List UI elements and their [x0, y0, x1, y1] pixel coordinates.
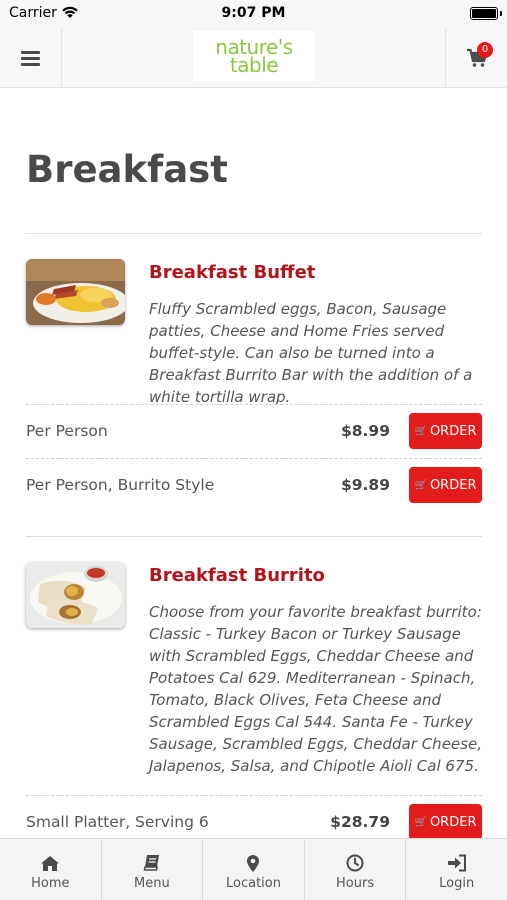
sign-in-icon: [447, 853, 467, 873]
menu-button[interactable]: [0, 28, 62, 88]
breakfast-plate-image: [26, 259, 125, 325]
nav-label: Menu: [134, 876, 170, 891]
cart-count-badge: 0: [477, 42, 493, 58]
nav-item-menu[interactable]: Menu: [102, 839, 204, 900]
item-description: Fluffy Scrambled eggs, Bacon, Sausage pa…: [149, 300, 473, 406]
order-button[interactable]: 🛒 ORDER: [409, 804, 482, 840]
item-thumbnail-breakfast-buffet[interactable]: [26, 259, 125, 325]
price-value: $28.79: [330, 813, 390, 831]
item-thumbnail-breakfast-burrito[interactable]: [26, 562, 125, 628]
divider: [26, 536, 482, 537]
nav-label: Location: [225, 876, 281, 891]
cart-icon: 🛒: [414, 479, 427, 491]
divider: [26, 795, 482, 796]
hamburger-icon: [21, 50, 40, 66]
price-value: $8.99: [340, 422, 390, 440]
nav-item-hours[interactable]: Hours: [305, 839, 407, 900]
burrito-plate-image: [26, 562, 125, 628]
order-button-label: ORDER: [429, 423, 477, 439]
cart-icon: 🛒: [414, 816, 427, 828]
clock-time: 9:07 PM: [221, 5, 286, 21]
item-description: Choose from your favorite breakfast burr…: [149, 603, 482, 775]
page-title: Breakfast: [26, 148, 228, 191]
price-option-label: Per Person, Burrito Style: [26, 476, 215, 494]
item-title[interactable]: Breakfast Buffet: [149, 262, 315, 283]
logo[interactable]: nature's table: [193, 31, 315, 81]
home-icon: [40, 853, 60, 873]
cart-button[interactable]: 0: [445, 28, 507, 88]
divider: [26, 233, 482, 234]
order-button[interactable]: 🛒 ORDER: [409, 467, 482, 503]
map-pin-icon: [246, 853, 260, 873]
cart-icon: 🛒: [414, 425, 427, 437]
price-option-label: Small Platter, Serving 6: [26, 813, 209, 831]
nav-label: Home: [31, 876, 70, 891]
divider: [26, 404, 482, 405]
book-icon: [143, 853, 161, 873]
order-button-label: ORDER: [429, 477, 477, 493]
nav-label: Login: [439, 876, 475, 891]
order-button-label: ORDER: [429, 814, 477, 830]
clock-icon: [346, 853, 364, 873]
bottom-nav: Home Menu Location Hours Login: [0, 838, 507, 900]
nav-label: Hours: [336, 876, 375, 891]
nav-item-home[interactable]: Home: [0, 839, 102, 900]
nav-item-location[interactable]: Location: [203, 839, 305, 900]
app-header: nature's table 0: [0, 28, 507, 88]
nav-item-login[interactable]: Login: [406, 839, 507, 900]
item-title[interactable]: Breakfast Burrito: [149, 565, 325, 586]
price-option-label: Per Person: [26, 422, 108, 440]
logo-text-bottom: table: [229, 53, 279, 77]
status-bar: Carrier 9:07 PM: [0, 0, 507, 28]
price-value: $9.89: [340, 476, 390, 494]
order-button[interactable]: 🛒 ORDER: [409, 413, 482, 449]
divider: [26, 458, 482, 459]
battery-icon: [470, 7, 502, 20]
